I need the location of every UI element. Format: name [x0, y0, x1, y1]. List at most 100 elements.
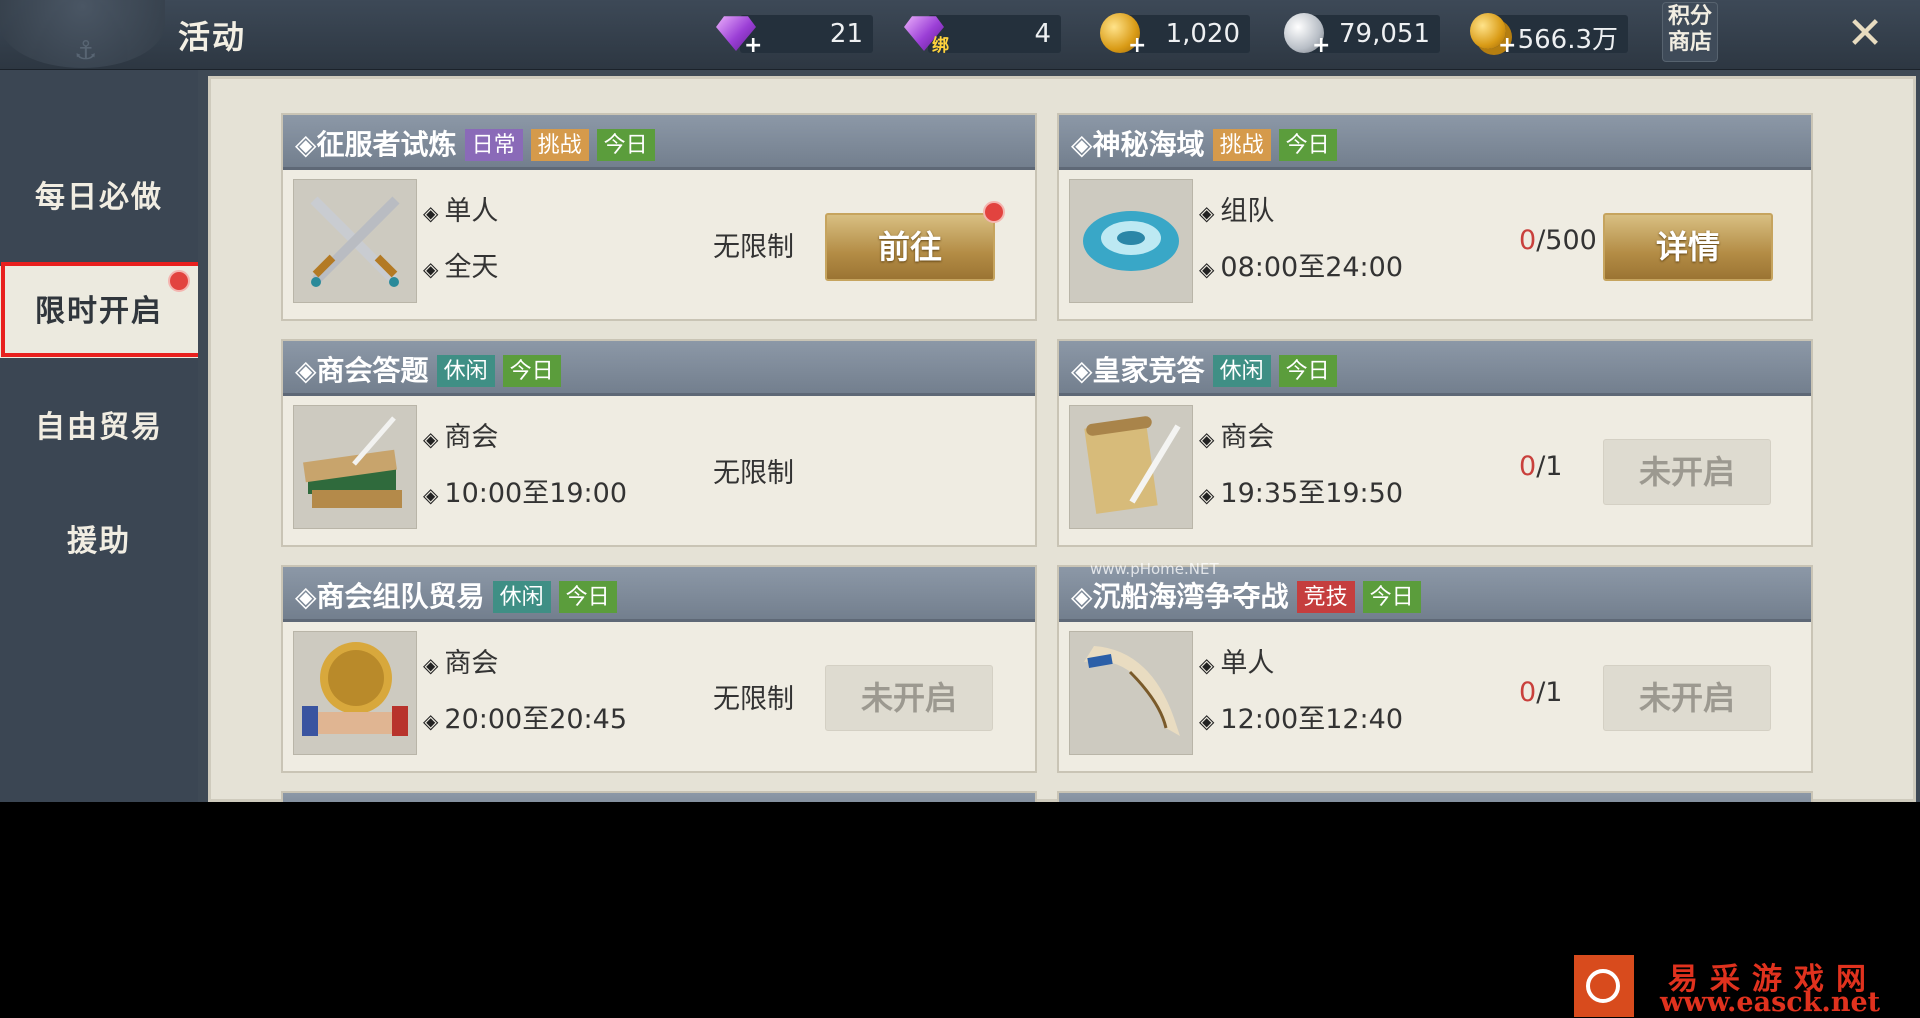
tag-badge: 休闲	[492, 581, 551, 613]
diamond-bullet-icon: ◈	[1199, 653, 1215, 677]
emblem-icon: ⚓	[0, 0, 165, 68]
tag-badge: 日常	[464, 129, 523, 161]
sidebar-item-daily[interactable]: 每日必做	[0, 152, 198, 244]
activity-card-header	[283, 793, 1035, 802]
add-icon[interactable]: +	[1312, 33, 1330, 58]
war-horn-icon	[1069, 631, 1193, 755]
activity-card: ◈商会答题 休闲 今日 ◈ 商会 ◈ 10:00至19:00 无限制	[281, 339, 1037, 547]
activity-card: ◈皇家竞答 休闲 今日 ◈ 商会 ◈ 19:35至19:50 0/1 未开启	[1057, 339, 1813, 547]
activity-mode: 组队	[1220, 196, 1275, 227]
count-done: 0	[1519, 677, 1537, 708]
activity-card: ◈征服者试炼 日常 挑战 今日 ◈ 单人 ◈ 全天 无限制 前往	[281, 113, 1037, 321]
coin-stack-currency[interactable]: 566.3万 +	[1470, 13, 1628, 58]
points-shop-button[interactable]: 积分 商店	[1662, 2, 1718, 62]
top-bar: ⚓ 活动 21 + 4 绑 1,020 + 79,051 + 566.3万 +	[0, 0, 1920, 70]
books-quill-icon	[293, 405, 417, 529]
sidebar-item-free-trade[interactable]: 自由贸易	[0, 382, 198, 474]
details-button[interactable]: 详情	[1603, 213, 1773, 281]
diamond-value: 21	[829, 19, 863, 49]
notification-dot	[168, 270, 190, 292]
activity-card-header	[1059, 793, 1811, 802]
activity-mode: 商会	[1220, 422, 1275, 453]
diamond-bullet-icon: ◈	[423, 257, 439, 281]
diamond-bullet-icon: ◈	[1199, 427, 1215, 451]
tag-badge: 挑战	[530, 129, 589, 161]
game-screen: ⚓ 活动 21 + 4 绑 1,020 + 79,051 + 566.3万 +	[0, 0, 1920, 802]
gold-currency[interactable]: 1,020 +	[1100, 13, 1250, 58]
count-total: /1	[1536, 451, 1563, 482]
diamond-bullet-icon: ◈	[295, 128, 317, 161]
activity-mode: 单人	[444, 196, 499, 227]
activity-time: 20:00至20:45	[444, 704, 628, 735]
activity-name: 神秘海域	[1092, 128, 1205, 161]
diamond-bullet-icon: ◈	[423, 483, 439, 507]
scroll-quill-icon	[1069, 405, 1193, 529]
tag-badge: 今日	[1278, 355, 1337, 387]
activity-card-header: ◈商会答题 休闲 今日	[283, 341, 1035, 396]
diamond-bullet-icon: ◈	[423, 427, 439, 451]
add-icon[interactable]: +	[744, 33, 762, 58]
activity-card-partial	[1057, 791, 1813, 802]
activity-name: 征服者试炼	[316, 128, 457, 161]
activity-card-partial	[281, 791, 1037, 802]
activity-time: 全天	[444, 252, 499, 283]
activity-count: 0/1	[1519, 451, 1562, 482]
activity-card-header: ◈征服者试炼 日常 挑战 今日	[283, 115, 1035, 170]
diamond-bullet-icon: ◈	[295, 580, 317, 613]
tag-badge: 今日	[1362, 581, 1421, 613]
diamond-bullet-icon: ◈	[1199, 257, 1215, 281]
diamond-bullet-icon: ◈	[423, 653, 439, 677]
diamond-bullet-icon: ◈	[423, 709, 439, 733]
not-open-button: 未开启	[825, 665, 993, 731]
activity-list-area: ◈征服者试炼 日常 挑战 今日 ◈ 单人 ◈ 全天 无限制 前往 ◈神秘海域 挑战 今日	[198, 70, 1920, 802]
small-watermark: www.pHome.NET	[1090, 560, 1219, 578]
activity-name: 商会组队贸易	[316, 580, 485, 613]
bound-diamond-currency[interactable]: 4 绑	[904, 15, 1061, 56]
points-shop-label-2: 商店	[1667, 29, 1712, 55]
diamond-bullet-icon: ◈	[1199, 483, 1215, 507]
diamond-bullet-icon: ◈	[423, 201, 439, 225]
bound-diamond-value: 4	[1034, 19, 1051, 49]
activity-time: 12:00至12:40	[1220, 704, 1404, 735]
notification-dot	[983, 201, 1005, 223]
add-icon[interactable]: +	[1128, 33, 1146, 58]
not-open-button: 未开启	[1603, 665, 1771, 731]
activity-panel: ◈征服者试炼 日常 挑战 今日 ◈ 单人 ◈ 全天 无限制 前往 ◈神秘海域 挑战 今日	[208, 76, 1916, 802]
coin-stack-value: 566.3万	[1517, 25, 1618, 55]
tag-badge: 竞技	[1296, 581, 1355, 613]
tag-badge: 今日	[1278, 129, 1337, 161]
activity-count: 0/1	[1519, 677, 1562, 708]
activity-name: 商会答题	[316, 354, 429, 387]
diamond-currency[interactable]: 21 +	[716, 15, 873, 58]
activity-card-header: ◈商会组队贸易 休闲 今日	[283, 567, 1035, 622]
diamond-bullet-icon: ◈	[1199, 201, 1215, 225]
activity-name: 沉船海湾争夺战	[1092, 580, 1289, 613]
diamond-bullet-icon: ◈	[1071, 128, 1093, 161]
points-shop-label-1: 积分	[1667, 3, 1712, 29]
close-x-icon[interactable]: ✕	[1843, 12, 1887, 56]
tag-badge: 休闲	[1212, 355, 1271, 387]
crossed-swords-icon	[293, 179, 417, 303]
activity-time: 10:00至19:00	[444, 478, 628, 509]
activity-card-header: ◈神秘海域 挑战 今日	[1059, 115, 1811, 170]
silver-value: 79,051	[1339, 19, 1430, 49]
sidebar-item-assist[interactable]: 援助	[0, 496, 198, 588]
sidebar: 每日必做 限时开启 自由贸易 援助	[0, 70, 198, 802]
activity-card: ◈神秘海域 挑战 今日 ◈ 组队 ◈ 08:00至24:00 0/500 详情	[1057, 113, 1813, 321]
silver-currency[interactable]: 79,051 +	[1284, 13, 1440, 58]
tag-badge: 今日	[558, 581, 617, 613]
activity-card: ◈沉船海湾争夺战 竞技 今日 ◈ 单人 ◈ 12:00至12:40 0/1 未开启	[1057, 565, 1813, 773]
tag-badge: 今日	[502, 355, 561, 387]
count-done: 0	[1519, 225, 1537, 256]
handshake-coin-icon	[293, 631, 417, 755]
diamond-bullet-icon: ◈	[295, 354, 317, 387]
add-icon[interactable]: +	[1498, 33, 1516, 58]
activity-limit: 无限制	[713, 232, 794, 263]
go-button[interactable]: 前往	[825, 213, 995, 281]
activity-time: 19:35至19:50	[1220, 478, 1404, 509]
diamond-bullet-icon: ◈	[1199, 709, 1215, 733]
count-total: /1	[1536, 677, 1563, 708]
activity-mode: 商会	[444, 648, 499, 679]
count-done: 0	[1519, 451, 1537, 482]
activity-limit: 无限制	[713, 684, 794, 715]
